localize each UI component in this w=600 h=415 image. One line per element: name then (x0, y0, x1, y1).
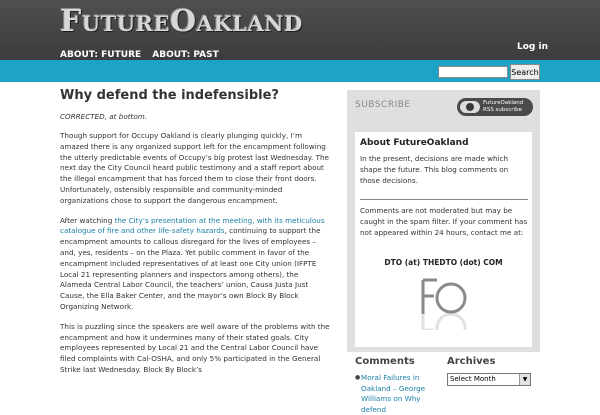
eye-pupil (466, 103, 474, 111)
fo-logo-label: FO (444, 327, 446, 329)
recent-comment-link[interactable]: Moral Failures in Oakland – George Willi… (361, 373, 443, 415)
fo-logo-icon: FO (421, 278, 467, 330)
site-logo[interactable]: FutureOakland (60, 4, 303, 39)
login-link[interactable]: Log in (517, 42, 548, 52)
search-button[interactable]: Search (510, 64, 540, 80)
nav-about-past[interactable]: ABOUT: PAST (152, 50, 219, 60)
comments-policy-text: Comments are not moderated but may be ca… (360, 206, 528, 237)
archives-selected-value: Select Month (450, 375, 496, 383)
post-correction-note: CORRECTED, at bottom. (60, 112, 148, 121)
eye-icon (460, 101, 480, 113)
about-title: About FutureOakland (360, 138, 469, 148)
archives-heading: Archives (447, 356, 496, 367)
main-nav: ABOUT: FUTURE ABOUT: PAST (60, 42, 225, 61)
rss-subscribe-button[interactable]: FutureOakland RSS subscribe (457, 98, 533, 116)
rss-badge-subtitle: RSS subscribe (483, 107, 522, 113)
post-paragraph-2: After watching the City’s presentation a… (60, 216, 332, 313)
post-title[interactable]: Why defend the indefensible? (60, 88, 332, 103)
bullet-icon: ● (355, 374, 361, 381)
rss-badge-title: FutureOakland (483, 100, 524, 106)
post-article: Why defend the indefensible? CORRECTED, … (60, 88, 332, 385)
about-box: About FutureOakland In the present, deci… (355, 132, 532, 347)
search-input[interactable] (438, 66, 508, 78)
divider (360, 199, 528, 200)
site-header: FutureOakland ABOUT: FUTURE ABOUT: PAST … (0, 0, 600, 60)
chevron-down-icon[interactable]: ▼ (519, 374, 530, 385)
archives-dropdown[interactable]: Select Month ▼ (447, 373, 531, 386)
nav-about-future[interactable]: ABOUT: FUTURE (60, 50, 141, 60)
comments-heading: Comments (355, 356, 415, 367)
post-paragraph-2-prefix: After watching (60, 215, 115, 225)
post-paragraph-2-suffix: , continuing to support the encampment a… (60, 226, 321, 311)
contact-email: DTO (at) THEDTO (dot) COM (384, 258, 503, 267)
post-paragraph-1: Though support for Occupy Oakland is cle… (60, 131, 329, 205)
about-text: In the present, decisions are made which… (360, 154, 509, 185)
subscribe-heading: SUBSCRIBE (355, 100, 411, 110)
post-paragraph-3: This is puzzling since the speakers are … (60, 321, 330, 374)
sidebar: SUBSCRIBE FutureOakland RSS subscribe Ab… (347, 90, 540, 352)
